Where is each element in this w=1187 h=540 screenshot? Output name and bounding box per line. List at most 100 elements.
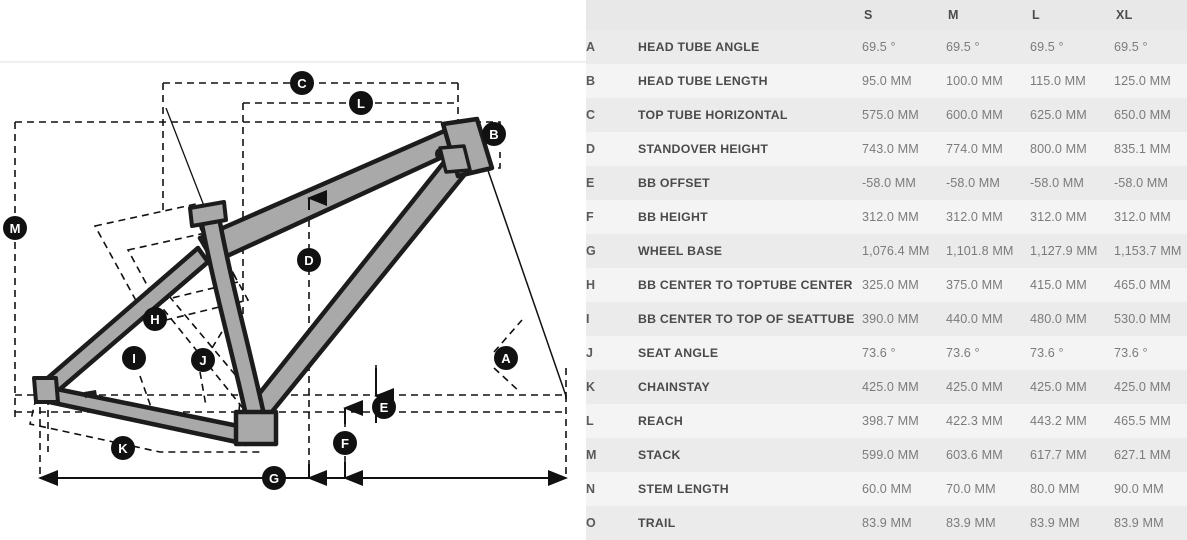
row-value-m: 100.0 MM: [946, 74, 1003, 88]
row-value-s: 390.0 MM: [862, 312, 919, 326]
callout-g-label: G: [269, 471, 279, 486]
geometry-table-header-row: S M L XL: [586, 0, 1187, 30]
row-letter: E: [586, 176, 595, 190]
seat-collar: [188, 200, 228, 228]
callout-b: B: [482, 122, 506, 146]
table-row: C TOP TUBE HORIZONTAL 575.0 MM 600.0 MM 625.…: [586, 98, 1187, 132]
row-measure-name: HEAD TUBE LENGTH: [638, 74, 768, 88]
callout-a-label: A: [501, 351, 511, 366]
row-value-l: 617.7 MM: [1030, 448, 1087, 462]
table-row: G WHEEL BASE 1,076.4 MM 1,101.8 MM 1,127.9 M…: [586, 234, 1187, 268]
bike-geometry-diagram: C L B M D H I J A E F K G: [0, 0, 586, 538]
guide-a-leader2: [493, 367, 521, 393]
callout-j-label: J: [199, 353, 206, 368]
table-row: F BB HEIGHT 312.0 MM 312.0 MM 312.0 MM 312.0 …: [586, 200, 1187, 234]
row-value-xl: -58.0 MM: [1114, 176, 1168, 190]
row-value-s: 73.6 °: [862, 346, 896, 360]
row-letter: C: [586, 108, 596, 122]
row-value-l: 443.2 MM: [1030, 414, 1087, 428]
header-size-m: M: [946, 0, 1030, 30]
callout-i-label: I: [132, 351, 136, 366]
row-value-l: 425.0 MM: [1030, 380, 1087, 394]
row-measure-name: STEM LENGTH: [638, 482, 729, 496]
chain-stay: [37, 383, 251, 447]
header-size-xl: XL: [1114, 0, 1187, 30]
row-value-s: 60.0 MM: [862, 482, 912, 496]
row-letter: O: [586, 516, 596, 530]
row-letter: B: [586, 74, 596, 88]
row-letter: F: [586, 210, 594, 224]
row-value-l: 415.0 MM: [1030, 278, 1087, 292]
row-value-l: 69.5 °: [1030, 40, 1064, 54]
row-value-xl: 835.1 MM: [1114, 142, 1171, 156]
callout-k: K: [111, 436, 135, 460]
table-row: N STEM LENGTH 60.0 MM 70.0 MM 80.0 MM 90.0 MM: [586, 472, 1187, 506]
table-row: L REACH 398.7 MM 422.3 MM 443.2 MM 465.5 MM: [586, 404, 1187, 438]
header-measure-name: [638, 0, 862, 30]
row-value-xl: 83.9 MM: [1114, 516, 1164, 530]
table-row: O TRAIL 83.9 MM 83.9 MM 83.9 MM 83.9 MM: [586, 506, 1187, 540]
callout-c-label: C: [297, 76, 307, 91]
row-value-m: 73.6 °: [946, 346, 980, 360]
row-letter: M: [586, 448, 597, 462]
row-letter: J: [586, 346, 594, 360]
row-value-xl: 69.5 °: [1114, 40, 1148, 54]
row-value-s: 83.9 MM: [862, 516, 912, 530]
row-value-m: 83.9 MM: [946, 516, 996, 530]
row-value-l: 83.9 MM: [1030, 516, 1080, 530]
row-value-s: 69.5 °: [862, 40, 896, 54]
callout-c: C: [290, 71, 314, 95]
row-value-l: 312.0 MM: [1030, 210, 1087, 224]
cable-port-icon: [435, 148, 443, 160]
geometry-table-head: S M L XL: [586, 0, 1187, 30]
callout-h-label: H: [150, 312, 159, 327]
row-value-xl: 465.0 MM: [1114, 278, 1171, 292]
row-value-l: 800.0 MM: [1030, 142, 1087, 156]
row-measure-name: REACH: [638, 414, 683, 428]
guide-j-leader2: [199, 371, 207, 407]
row-value-s: 575.0 MM: [862, 108, 919, 122]
row-letter: L: [586, 414, 594, 428]
row-value-m: 774.0 MM: [946, 142, 1003, 156]
callout-e-label: E: [380, 400, 389, 415]
row-value-s: 425.0 MM: [862, 380, 919, 394]
table-row: M STACK 599.0 MM 603.6 MM 617.7 MM 627.1 MM: [586, 438, 1187, 472]
callout-h: H: [143, 307, 167, 331]
callout-d: D: [297, 248, 321, 272]
row-value-m: 1,101.8 MM: [946, 244, 1014, 258]
callout-m-label: M: [10, 221, 21, 236]
row-value-l: 115.0 MM: [1030, 74, 1086, 88]
callout-l: L: [349, 91, 373, 115]
row-value-xl: 90.0 MM: [1114, 482, 1164, 496]
row-measure-name: STANDOVER HEIGHT: [638, 142, 769, 156]
row-letter: G: [586, 244, 596, 258]
row-value-m: 375.0 MM: [946, 278, 1003, 292]
row-measure-name: TOP TUBE HORIZONTAL: [638, 108, 788, 122]
callout-g: G: [262, 466, 286, 490]
row-value-l: 480.0 MM: [1030, 312, 1087, 326]
row-value-l: 1,127.9 MM: [1030, 244, 1098, 258]
row-value-s: 398.7 MM: [862, 414, 919, 428]
callout-e: E: [372, 395, 396, 419]
row-value-m: 600.0 MM: [946, 108, 1003, 122]
row-measure-name: WHEEL BASE: [638, 244, 723, 258]
row-value-xl: 627.1 MM: [1114, 448, 1171, 462]
row-value-xl: 73.6 °: [1114, 346, 1148, 360]
callout-m: M: [3, 216, 27, 240]
row-measure-name: BB CENTER TO TOPTUBE CENTER: [638, 278, 853, 292]
row-value-xl: 425.0 MM: [1114, 380, 1171, 394]
callout-f: F: [333, 431, 357, 455]
row-value-s: 599.0 MM: [862, 448, 919, 462]
table-row: B HEAD TUBE LENGTH 95.0 MM 100.0 MM 115.0 MM…: [586, 64, 1187, 98]
callout-b-label: B: [489, 127, 498, 142]
row-value-s: 312.0 MM: [862, 210, 919, 224]
geometry-table-pane: S M L XL A HEAD TUBE ANGLE 69.5 ° 69.5 ° 69.…: [586, 0, 1187, 540]
row-value-m: 69.5 °: [946, 40, 980, 54]
row-letter: N: [586, 482, 596, 496]
row-value-s: -58.0 MM: [862, 176, 916, 190]
table-row: K CHAINSTAY 425.0 MM 425.0 MM 425.0 MM 425.0 …: [586, 370, 1187, 404]
row-value-s: 95.0 MM: [862, 74, 912, 88]
row-value-xl: 465.5 MM: [1114, 414, 1171, 428]
callout-d-label: D: [304, 253, 313, 268]
header-size-s: S: [862, 0, 946, 30]
